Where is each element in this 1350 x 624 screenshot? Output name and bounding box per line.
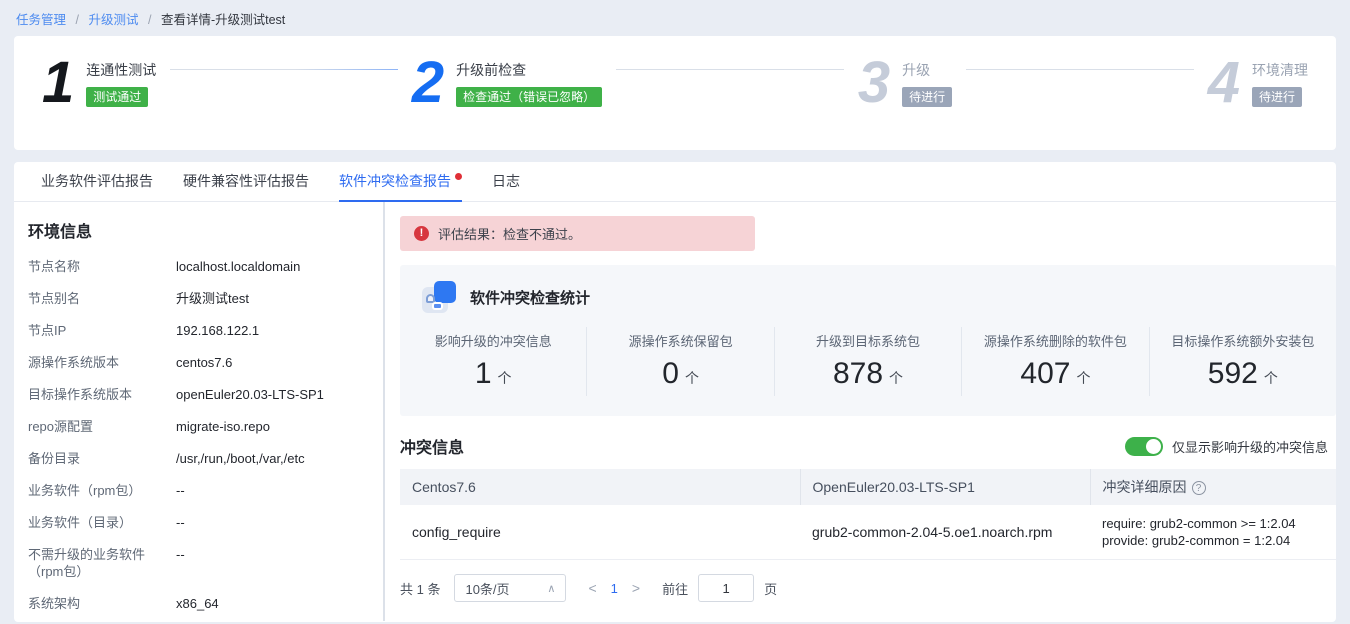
step-3-number: 3: [857, 50, 890, 115]
conflict-table-header: Centos7.6 OpenEuler20.03-LTS-SP1 冲突详细原因?: [400, 469, 1336, 505]
step-4-environment-cleanup: 4 环境清理 待进行: [1207, 50, 1309, 115]
next-page-button[interactable]: >: [624, 580, 648, 596]
page-unit: 页: [764, 581, 778, 597]
page-size-select[interactable]: 10条/页 ∧: [454, 574, 567, 602]
step-progress-bar: 1 连通性测试 测试通过 2 升级前检查 检查通过（错误已忽略） 3 升级 待进…: [14, 36, 1336, 150]
toggle-label: 仅显示影响升级的冲突信息: [1171, 439, 1328, 455]
breadcrumb-separator: /: [147, 13, 152, 27]
environment-info-title: 环境信息: [28, 224, 93, 241]
prev-page-button[interactable]: <: [580, 580, 604, 596]
statistics-row: 影响升级的冲突信息 1个 源操作系统保留包 0个 升级到目标系统包 878 个 源…: [400, 327, 1336, 396]
stat-target-os-extra-installed: 目标操作系统额外安装包 592 个: [1148, 327, 1336, 396]
step-1-connectivity-test: 1 连通性测试 测试通过: [42, 50, 157, 115]
env-row-node-alias: 节点别名 升级测试test: [28, 291, 249, 306]
env-row-arch: 系统架构 x86_64: [28, 596, 219, 611]
env-row-node-name: 节点名称 localhost.localdomain: [28, 259, 301, 274]
breadcrumb-link-task-management[interactable]: 任务管理: [16, 13, 66, 27]
conflict-table: Centos7.6 OpenEuler20.03-LTS-SP1 冲突详细原因?…: [400, 469, 1336, 560]
retained-packages-title: 源操作系统保留包: [400, 618, 1336, 621]
assessment-result-alert: ! 评估结果：检查不通过。: [400, 216, 755, 251]
env-row-no-upgrade-rpm: 不需升级的业务软件（rpm包） --: [28, 547, 185, 579]
step-connector: [966, 69, 1194, 70]
step-connector: [616, 69, 844, 70]
conflict-report-pane: ! 评估结果：检查不通过。 软件冲突检查统计 影响升级的冲突信息 1个 源操作系…: [385, 202, 1336, 621]
step-3-status-badge: 待进行: [902, 87, 953, 107]
step-3-upgrade: 3 升级 待进行: [857, 50, 953, 115]
env-row-repo-config: repo源配置 migrate-iso.repo: [28, 419, 270, 434]
only-affecting-conflicts-toggle[interactable]: [1124, 436, 1163, 456]
step-2-pre-upgrade-check: 2 升级前检查 检查通过（错误已忽略）: [411, 50, 603, 115]
breadcrumb-separator: /: [75, 13, 79, 27]
goto-page-input[interactable]: [698, 574, 755, 602]
software-conflict-icon: [422, 281, 456, 313]
step-4-number: 4: [1207, 50, 1240, 115]
alert-text: 评估结果：检查不通过。: [438, 227, 582, 242]
col-centos: Centos7.6: [400, 469, 800, 505]
env-row-source-os: 源操作系统版本 centos7.6: [28, 355, 233, 370]
env-row-target-os: 目标操作系统版本 openEuler20.03-LTS-SP1: [28, 387, 324, 402]
env-row-node-ip: 节点IP 192.168.122.1: [28, 323, 260, 338]
tab-alert-dot: [455, 172, 462, 180]
col-openeuler: OpenEuler20.03-LTS-SP1: [799, 469, 1090, 505]
current-page[interactable]: 1: [605, 581, 624, 596]
stat-conflicts-affecting-upgrade: 影响升级的冲突信息 1个: [434, 334, 552, 390]
stat-source-os-retained: 源操作系统保留包 0个: [586, 327, 773, 396]
step-2-status-badge: 检查通过（错误已忽略）: [456, 87, 603, 107]
chevron-up-icon: ∧: [547, 582, 556, 595]
total-count: 共 1 条: [400, 581, 441, 597]
tab-log[interactable]: 日志: [492, 162, 520, 202]
step-1-label: 连通性测试: [86, 62, 157, 78]
report-card: 业务软件评估报告 硬件兼容性评估报告 软件冲突检查报告 日志 环境信息 节点名称…: [14, 162, 1336, 622]
pagination: 共 1 条 10条/页 ∧ < 1 > 前往 页: [400, 574, 1336, 602]
step-3-label: 升级: [902, 62, 931, 78]
env-row-business-dir: 业务软件（目录） --: [28, 515, 185, 530]
tab-business-software-report[interactable]: 业务软件评估报告: [41, 162, 153, 202]
tab-hardware-compat-report[interactable]: 硬件兼容性评估报告: [183, 162, 309, 202]
cell-target-package: grub2-common-2.04-5.oe1.noarch.rpm: [800, 505, 1090, 560]
step-4-label: 环境清理: [1252, 62, 1309, 78]
help-icon[interactable]: ?: [1191, 481, 1206, 495]
step-2-number: 2: [411, 50, 444, 115]
step-2-label: 升级前检查: [456, 62, 527, 78]
step-1-number: 1: [42, 50, 74, 115]
breadcrumb: 任务管理 / 升级测试 / 查看详情-升级测试test: [0, 0, 1350, 36]
environment-info-panel: 环境信息 节点名称 localhost.localdomain 节点别名 升级测…: [14, 202, 385, 621]
tab-software-conflict-report[interactable]: 软件冲突检查报告: [339, 162, 462, 202]
stat-source-os-removed: 源操作系统删除的软件包 407 个: [961, 327, 1148, 396]
error-icon: !: [414, 226, 429, 241]
conflict-info-title: 冲突信息: [400, 440, 465, 457]
conflict-table-row: config_require grub2-common-2.04-5.oe1.n…: [400, 505, 1336, 560]
stat-target-os-packages: 升级到目标系统包 878 个: [773, 327, 961, 396]
step-connector: [170, 69, 398, 70]
env-row-backup-dir: 备份目录 /usr,/run,/boot,/var,/etc: [28, 451, 305, 466]
statistics-title: 软件冲突检查统计: [470, 289, 591, 307]
report-tabs: 业务软件评估报告 硬件兼容性评估报告 软件冲突检查报告 日志: [14, 162, 1336, 202]
breadcrumb-current: 查看详情-升级测试test: [160, 13, 286, 27]
breadcrumb-link-upgrade-test[interactable]: 升级测试: [88, 13, 138, 27]
col-reason: 冲突详细原因?: [1089, 469, 1336, 505]
step-1-status-badge: 测试通过: [86, 87, 149, 107]
cell-conflict-reason: require: grub2-common >= 1:2.04 provide:…: [1090, 505, 1336, 560]
conflict-statistics-card: 软件冲突检查统计 影响升级的冲突信息 1个 源操作系统保留包 0个 升级到目标系…: [400, 265, 1336, 416]
env-row-business-rpm: 业务软件（rpm包） --: [28, 483, 185, 498]
cell-source-item: config_require: [400, 505, 800, 560]
step-4-status-badge: 待进行: [1252, 87, 1303, 107]
goto-label: 前往: [662, 581, 689, 597]
